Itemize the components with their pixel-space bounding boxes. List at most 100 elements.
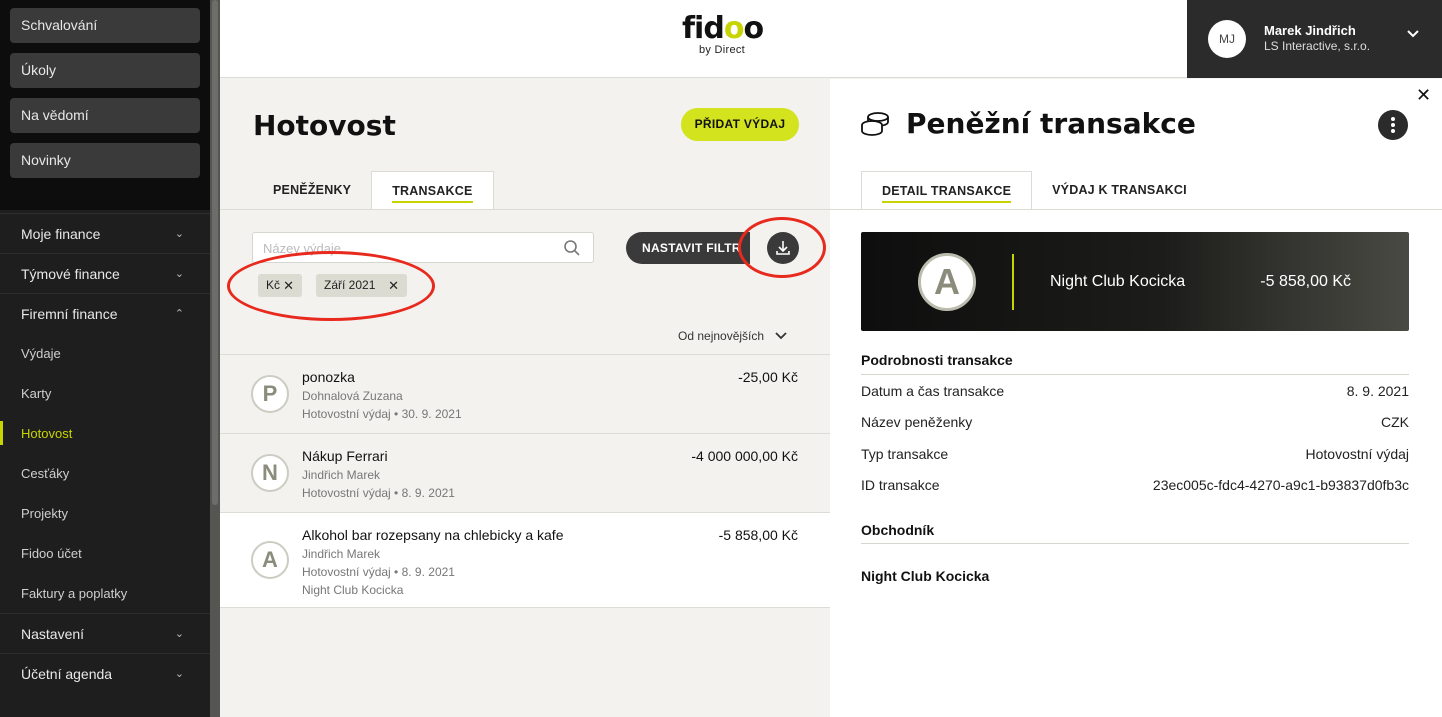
- avatar-letter: A: [918, 253, 976, 311]
- sidebar-group-firemni-finance[interactable]: Firemní finance ⌃: [0, 293, 210, 333]
- user-menu[interactable]: MJ Marek Jindřich LS Interactive, s.r.o.: [1187, 0, 1442, 78]
- merchant-heading: Obchodník: [861, 522, 935, 538]
- detail-row-wallet: Název peněženky CZK: [861, 414, 1409, 430]
- table-row[interactable]: N Nákup Ferrari Jindřich Marek Hotovostn…: [220, 433, 830, 512]
- avatar-letter: A: [251, 541, 289, 579]
- avatar-letter: N: [251, 454, 289, 492]
- transaction-title: Nákup Ferrari: [302, 448, 388, 464]
- chevron-down-icon: ⌄: [174, 228, 184, 240]
- detail-label: Název peněženky: [861, 414, 973, 430]
- divider: [861, 374, 1409, 375]
- sidebar-group-moje-finance[interactable]: Moje finance ⌄: [0, 213, 210, 253]
- detail-value: Hotovostní výdaj: [1305, 446, 1410, 462]
- sort-dropdown[interactable]: Od nejnovějších: [678, 329, 788, 343]
- sidebar-group-label: Nastavení: [21, 625, 85, 642]
- sidebar-group-nastaveni[interactable]: Nastavení ⌄: [0, 613, 210, 653]
- transaction-meta: Hotovostní výdaj • 8. 9. 2021: [302, 565, 455, 579]
- sidebar-item-projekty[interactable]: Projekty: [0, 493, 210, 533]
- tab-detail-transakce[interactable]: DETAIL TRANSAKCE: [861, 171, 1033, 210]
- tab-penezenky[interactable]: PENĚŽENKY: [253, 171, 371, 210]
- sort-label: Od nejnovějších: [678, 329, 765, 343]
- top-header: fidoo by Direct: [220, 0, 1187, 78]
- transaction-title: ponozka: [302, 369, 355, 385]
- sidebar-item-vydaje[interactable]: Výdaje: [0, 333, 210, 373]
- detail-label: Typ transakce: [861, 446, 949, 462]
- detail-value: 8. 9. 2021: [1346, 383, 1409, 399]
- detail-label: Datum a čas transakce: [861, 383, 1005, 399]
- transaction-person: Jindřich Marek: [302, 547, 381, 561]
- sidebar-quick-actions: Schvalování Úkoly Na vědomí Novinky: [0, 0, 210, 210]
- detail-label: ID transakce: [861, 477, 940, 493]
- detail-row-type: Typ transakce Hotovostní výdaj: [861, 446, 1409, 462]
- sidebar-item-faktury[interactable]: Faktury a poplatky: [0, 573, 210, 613]
- chevron-down-icon: ⌄: [174, 268, 184, 280]
- close-icon[interactable]: ✕: [1411, 83, 1436, 108]
- user-company: LS Interactive, s.r.o.: [1264, 39, 1371, 53]
- more-vertical-icon: [1391, 129, 1395, 133]
- sidebar-item-fidoo-ucet[interactable]: Fidoo účet: [0, 533, 210, 573]
- set-filter-button[interactable]: NASTAVIT FILTR: [626, 232, 750, 264]
- sidebar-item-karty[interactable]: Karty: [0, 373, 210, 413]
- sidebar-group-tymove-finance[interactable]: Týmové finance ⌄: [0, 253, 210, 293]
- user-name: Marek Jindřich: [1264, 23, 1356, 38]
- add-expense-button[interactable]: PŘIDAT VÝDAJ: [681, 108, 799, 141]
- sidebar-group-ucetni-agenda[interactable]: Účetní agenda ⌄: [0, 653, 210, 693]
- avatar: MJ: [1208, 20, 1246, 58]
- sidebar-button-na-vedomi[interactable]: Na vědomí: [10, 98, 200, 133]
- transaction-amount: -25,00 Kč: [738, 369, 798, 385]
- sidebar-item-cestaky[interactable]: Cesťáky: [0, 453, 210, 493]
- sidebar-button-ukoly[interactable]: Úkoly: [10, 53, 200, 88]
- table-row[interactable]: P ponozka Dohnalová Zuzana Hotovostní vý…: [220, 354, 830, 433]
- cash-panel: Hotovost PŘIDAT VÝDAJ PENĚŽENKY TRANSAKC…: [220, 79, 830, 717]
- scrollbar-thumb[interactable]: [212, 0, 218, 505]
- tab-vydaj-k-transakci[interactable]: VÝDAJ K TRANSAKCI: [1032, 171, 1207, 210]
- search-icon[interactable]: [563, 239, 581, 257]
- chevron-up-icon: ⌃: [174, 308, 184, 320]
- sidebar-group-label: Moje finance: [21, 225, 101, 242]
- annotation-circle-chips: [227, 251, 435, 321]
- more-vertical-icon: [1391, 117, 1395, 121]
- transaction-person: Jindřich Marek: [302, 468, 381, 482]
- detail-title: Peněžní transakce: [906, 107, 1196, 140]
- transaction-person: Dohnalová Zuzana: [302, 389, 403, 403]
- detail-row-date: Datum a čas transakce 8. 9. 2021: [861, 383, 1409, 399]
- sidebar-button-schvalovani[interactable]: Schvalování: [10, 8, 200, 43]
- transaction-list: P ponozka Dohnalová Zuzana Hotovostní vý…: [220, 354, 830, 608]
- page-title: Hotovost: [253, 109, 396, 142]
- card-divider: [1012, 254, 1014, 310]
- transaction-meta: Hotovostní výdaj • 8. 9. 2021: [302, 486, 455, 500]
- sidebar-nav: Moje finance ⌄ Týmové finance ⌄ Firemní …: [0, 213, 210, 693]
- logo-text-accent: o: [723, 11, 745, 46]
- chevron-down-icon: ⌄: [174, 628, 184, 640]
- detail-value: CZK: [1381, 414, 1409, 430]
- more-button[interactable]: [1378, 110, 1408, 140]
- sidebar-item-hotovost[interactable]: Hotovost: [0, 413, 210, 453]
- detail-value: 23ec005c-fdc4-4270-a9c1-b93837d0fb3c: [1152, 477, 1409, 493]
- card-amount: -5 858,00 Kč: [1260, 273, 1351, 290]
- logo-text-end: o: [743, 11, 764, 46]
- tab-label: TRANSAKCE: [392, 184, 473, 203]
- more-vertical-icon: [1391, 123, 1395, 127]
- sidebar-group-label: Firemní finance: [21, 305, 118, 322]
- transaction-card: A Night Club Kocicka -5 858,00 Kč: [861, 232, 1409, 331]
- transaction-amount: -4 000 000,00 Kč: [691, 448, 798, 464]
- sidebar: Schvalování Úkoly Na vědomí Novinky Moje…: [0, 0, 210, 717]
- details-heading: Podrobnosti transakce: [861, 352, 1013, 368]
- tab-transakce[interactable]: TRANSAKCE: [371, 171, 494, 210]
- divider: [830, 209, 1442, 210]
- divider: [220, 209, 830, 210]
- logo-text: fid: [682, 11, 725, 46]
- avatar-letter: P: [251, 375, 289, 413]
- divider: [861, 543, 1409, 544]
- sidebar-button-novinky[interactable]: Novinky: [10, 143, 200, 178]
- fidoo-logo[interactable]: fidoo by Direct: [682, 11, 764, 57]
- chevron-down-icon: [1407, 30, 1419, 38]
- table-row-selected[interactable]: A Alkohol bar rozepsany na chlebicky a k…: [220, 512, 830, 608]
- sidebar-group-label: Týmové finance: [21, 265, 120, 282]
- transaction-amount: -5 858,00 Kč: [718, 527, 798, 543]
- sidebar-scrollbar[interactable]: [210, 0, 220, 717]
- tab-label: DETAIL TRANSAKCE: [882, 184, 1012, 203]
- sidebar-group-label: Účetní agenda: [21, 665, 113, 682]
- detail-row-id: ID transakce 23ec005c-fdc4-4270-a9c1-b93…: [861, 477, 1409, 493]
- cash-tabs: PENĚŽENKY TRANSAKCE: [253, 171, 494, 210]
